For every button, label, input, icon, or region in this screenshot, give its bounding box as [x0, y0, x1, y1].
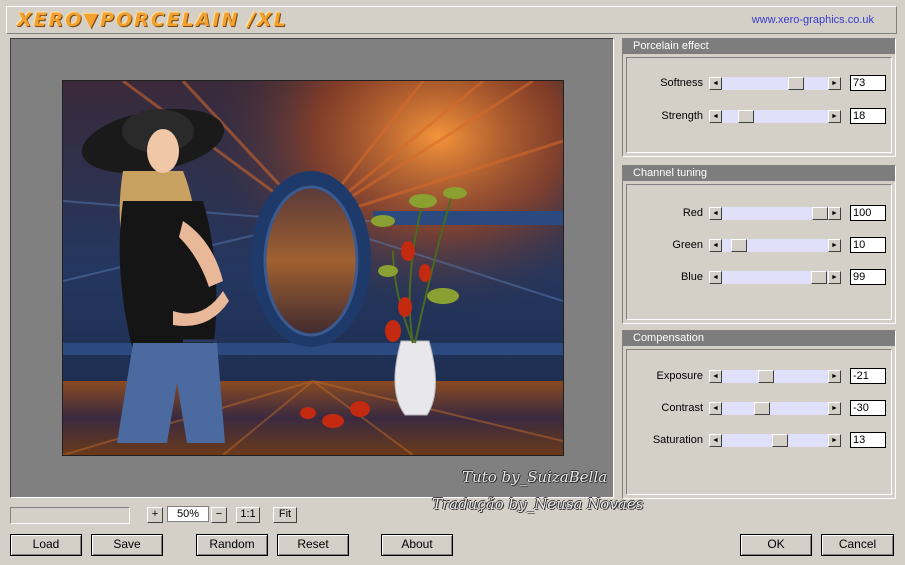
slider-row-red: Red ◄ ► 100: [623, 205, 895, 222]
exposure-slider-thumb[interactable]: [758, 370, 774, 383]
strength-slider-thumb[interactable]: [738, 110, 755, 123]
slider-row-softness: Softness ◄ ► 73: [623, 75, 895, 92]
arrow-left-icon[interactable]: ◄: [709, 271, 722, 284]
group-porcelain-effect: Porcelain effect Softness ◄ ► 73 Strength ◄ ►…: [622, 38, 896, 157]
arrow-right-icon[interactable]: ►: [828, 402, 841, 415]
green-slider-thumb[interactable]: [731, 239, 747, 252]
contrast-value-field[interactable]: -30: [850, 400, 886, 416]
contrast-slider-track[interactable]: [722, 402, 828, 415]
saturation-slider-track[interactable]: [722, 434, 828, 447]
blue-slider-track[interactable]: [722, 271, 828, 284]
arrow-right-icon[interactable]: ►: [828, 434, 841, 447]
arrow-left-icon[interactable]: ◄: [709, 370, 722, 383]
watermark-line-2: Tradução by_Neusa Novaes: [432, 495, 644, 513]
red-label: Red: [682, 207, 703, 219]
reset-button[interactable]: Reset: [277, 534, 349, 556]
softness-slider-thumb[interactable]: [787, 77, 804, 90]
zoom-level-field[interactable]: 50%: [167, 506, 209, 522]
arrow-left-icon[interactable]: ◄: [709, 402, 722, 415]
zoom-in-button[interactable]: +: [147, 507, 163, 523]
green-value-field[interactable]: 10: [850, 237, 886, 253]
contrast-label: Contrast: [661, 402, 703, 414]
strength-value-field[interactable]: 18: [850, 108, 886, 124]
group-compensation: Compensation Exposure ◄ ► -21 Contrast ◄ ► -30…: [622, 330, 896, 499]
arrow-left-icon[interactable]: ◄: [709, 434, 722, 447]
red-slider[interactable]: ◄ ►: [709, 207, 841, 220]
contrast-slider[interactable]: ◄ ►: [709, 402, 841, 415]
exposure-slider[interactable]: ◄ ►: [709, 370, 841, 383]
arrow-right-icon[interactable]: ►: [828, 77, 841, 90]
strength-slider[interactable]: ◄ ►: [709, 110, 841, 123]
zoom-fit-button[interactable]: Fit: [273, 507, 297, 523]
green-slider[interactable]: ◄ ►: [709, 239, 841, 252]
blue-label: Blue: [680, 271, 703, 283]
exposure-value-field[interactable]: -21: [850, 368, 886, 384]
group-header: Compensation: [623, 331, 895, 346]
watermark-line-1: Tuto by_SuizaBella: [462, 468, 608, 486]
ok-button[interactable]: OK: [740, 534, 812, 556]
cancel-button[interactable]: Cancel: [821, 534, 894, 556]
exposure-label: Exposure: [656, 370, 703, 382]
save-button[interactable]: Save: [91, 534, 163, 556]
app-logo: XERO▼PORCELAIN /XL: [17, 9, 288, 31]
blue-slider[interactable]: ◄ ►: [709, 271, 841, 284]
slider-row-green: Green ◄ ► 10: [623, 237, 895, 254]
group-header: Porcelain effect: [623, 39, 895, 54]
slider-row-saturation: Saturation ◄ ► 13: [623, 432, 895, 449]
arrow-left-icon[interactable]: ◄: [709, 207, 722, 220]
arrow-right-icon[interactable]: ►: [828, 207, 841, 220]
zoom-out-button[interactable]: −: [211, 507, 227, 523]
slider-row-exposure: Exposure ◄ ► -21: [623, 368, 895, 385]
red-value-field[interactable]: 100: [850, 205, 886, 221]
saturation-slider-thumb[interactable]: [772, 434, 789, 447]
zoom-actual-size-button[interactable]: 1:1: [236, 507, 260, 523]
about-button[interactable]: About: [381, 534, 453, 556]
slider-row-strength: Strength ◄ ► 18: [623, 108, 895, 125]
exposure-slider-track[interactable]: [722, 370, 828, 383]
saturation-slider[interactable]: ◄ ►: [709, 434, 841, 447]
softness-label: Softness: [660, 77, 703, 89]
arrow-left-icon[interactable]: ◄: [709, 77, 722, 90]
red-slider-thumb[interactable]: [812, 207, 828, 220]
saturation-label: Saturation: [652, 434, 703, 446]
arrow-right-icon[interactable]: ►: [828, 370, 841, 383]
status-bar: [10, 507, 130, 524]
arrow-left-icon[interactable]: ◄: [709, 110, 722, 123]
strength-slider-track[interactable]: [722, 110, 828, 123]
preview-image[interactable]: [62, 80, 564, 456]
group-channel-tuning: Channel tuning Red ◄ ► 100 Green ◄ ► 10 Blue ◄ ►…: [622, 165, 896, 324]
group-header: Channel tuning: [623, 166, 895, 181]
softness-slider[interactable]: ◄ ►: [709, 77, 841, 90]
website-link[interactable]: www.xero-graphics.co.uk: [752, 14, 874, 26]
green-label: Green: [672, 239, 703, 251]
strength-label: Strength: [661, 110, 703, 122]
saturation-value-field[interactable]: 13: [850, 432, 886, 448]
load-button[interactable]: Load: [10, 534, 82, 556]
title-bar: XERO▼PORCELAIN /XL www.xero-graphics.co.…: [6, 6, 897, 34]
softness-slider-track[interactable]: [722, 77, 828, 90]
arrow-right-icon[interactable]: ►: [828, 110, 841, 123]
arrow-right-icon[interactable]: ►: [828, 239, 841, 252]
green-slider-track[interactable]: [722, 239, 828, 252]
arrow-right-icon[interactable]: ►: [828, 271, 841, 284]
arrow-left-icon[interactable]: ◄: [709, 239, 722, 252]
blue-value-field[interactable]: 99: [850, 269, 886, 285]
softness-value-field[interactable]: 73: [850, 75, 886, 91]
contrast-slider-thumb[interactable]: [754, 402, 771, 415]
slider-row-contrast: Contrast ◄ ► -30: [623, 400, 895, 417]
red-slider-track[interactable]: [722, 207, 828, 220]
random-button[interactable]: Random: [196, 534, 268, 556]
preview-panel: [10, 38, 614, 498]
blue-slider-thumb[interactable]: [811, 271, 828, 284]
slider-row-blue: Blue ◄ ► 99: [623, 269, 895, 286]
